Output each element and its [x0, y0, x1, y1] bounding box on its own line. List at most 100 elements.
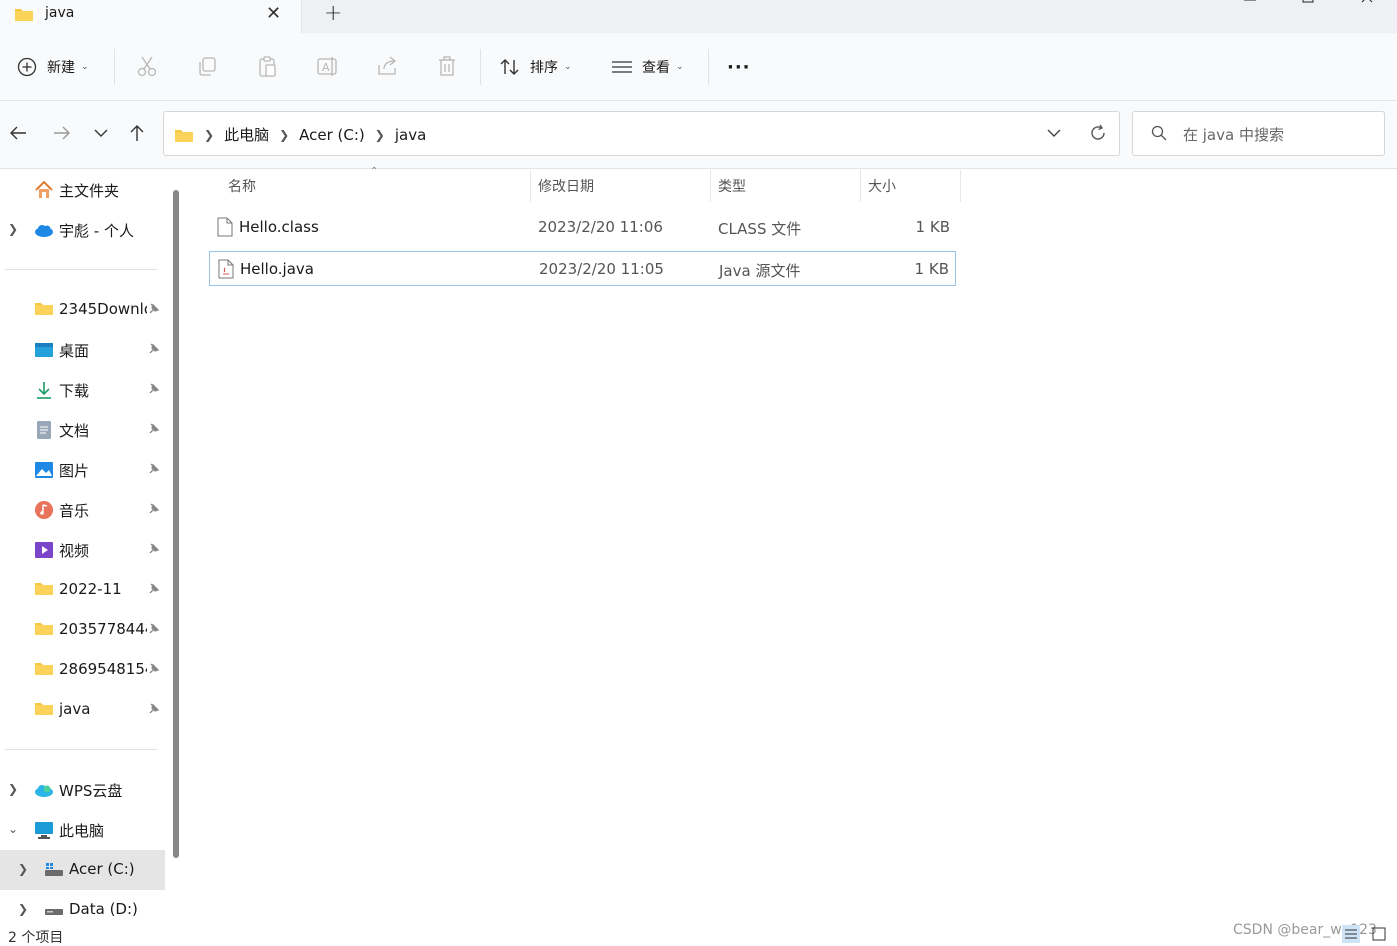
- more-options-button[interactable]: ···: [727, 53, 751, 81]
- pin-icon: [147, 422, 161, 436]
- address-row: ❯ 此电脑 ❯ Acer (C:) ❯ java 在 java 中搜索: [0, 101, 1397, 169]
- chevron-right-icon[interactable]: ❯: [18, 862, 28, 876]
- column-header-type[interactable]: 类型: [718, 170, 746, 202]
- new-tab-button[interactable]: +: [324, 1, 342, 26]
- file-row[interactable]: Hello.class 2023/2/20 11:06 CLASS 文件 1 K…: [209, 210, 956, 245]
- sidebar-item-label: 文档: [59, 422, 90, 440]
- sort-button[interactable]: 排序 ⌄: [499, 53, 572, 81]
- copy-icon[interactable]: [196, 55, 218, 77]
- chevron-down-icon: ⌄: [564, 62, 572, 72]
- sidebar-item-2345downloads[interactable]: 2345Downloads: [0, 290, 165, 330]
- column-divider[interactable]: [530, 170, 531, 202]
- crumb-acer-c[interactable]: Acer (C:): [299, 126, 365, 144]
- sidebar-item-desktop[interactable]: 桌面: [0, 330, 165, 370]
- sidebar-item-downloads[interactable]: 下载: [0, 370, 165, 410]
- sidebar-item-2035778444[interactable]: 2035778444: [0, 610, 165, 650]
- file-type: Java 源文件: [719, 262, 801, 280]
- sidebar-item-videos[interactable]: 视频: [0, 530, 165, 570]
- folder-icon: [14, 6, 34, 26]
- chevron-down-icon[interactable]: ⌄: [8, 822, 18, 836]
- picture-icon: [34, 460, 54, 480]
- sidebar-item-label: Acer (C:): [69, 860, 135, 878]
- sidebar-item-pictures[interactable]: 图片: [0, 450, 165, 490]
- maximize-icon[interactable]: [1294, 0, 1324, 12]
- up-arrow-icon[interactable]: [127, 123, 147, 143]
- chevron-right-icon[interactable]: ❯: [8, 222, 18, 236]
- new-label: 新建: [47, 60, 75, 76]
- crumb-java[interactable]: java: [395, 126, 426, 144]
- sidebar-scrollbar[interactable]: [173, 190, 179, 858]
- divider: [5, 269, 157, 270]
- refresh-icon[interactable]: [1088, 123, 1108, 147]
- chevron-right-icon: ❯: [204, 127, 215, 142]
- column-divider[interactable]: [710, 170, 711, 202]
- sidebar-item-2022-11[interactable]: 2022-11: [0, 570, 165, 610]
- navigation-pane: 主文件夹 ❯ 宇彪 - 个人 2345Downloads 桌面 下载 文档 图片…: [0, 170, 187, 922]
- command-bar: 新建 ⌄ A 排序 ⌄ 查看 ⌄ ···: [0, 33, 1397, 101]
- column-header-name[interactable]: 名称: [228, 170, 256, 202]
- drive-icon: [44, 860, 64, 880]
- chevron-down-icon: ⌄: [676, 62, 684, 72]
- cut-icon[interactable]: [136, 55, 158, 77]
- delete-icon[interactable]: [436, 55, 458, 77]
- pin-icon: [147, 462, 161, 476]
- status-bar: 2 个项目 CSDN @bear_wo123: [0, 922, 1397, 946]
- folder-icon: [34, 700, 54, 720]
- svg-text:A: A: [322, 61, 330, 74]
- divider: [114, 49, 115, 85]
- address-bar[interactable]: ❯ 此电脑 ❯ Acer (C:) ❯ java: [163, 111, 1120, 156]
- view-button[interactable]: 查看 ⌄: [611, 53, 684, 81]
- pin-icon: [147, 382, 161, 396]
- cloud-icon: [34, 780, 54, 800]
- tab-title: java: [45, 5, 75, 21]
- column-header-size[interactable]: 大小: [868, 170, 896, 202]
- share-icon[interactable]: [376, 55, 398, 77]
- view-list-icon: [612, 61, 632, 73]
- chevron-right-icon[interactable]: ❯: [18, 902, 28, 916]
- chevron-right-icon[interactable]: ❯: [8, 782, 18, 796]
- folder-icon: [34, 660, 54, 680]
- file-type: CLASS 文件: [718, 220, 802, 238]
- sidebar-item-label: 2869548154: [59, 660, 147, 678]
- address-history-dropdown-icon[interactable]: [1046, 125, 1062, 145]
- column-divider[interactable]: [860, 170, 861, 202]
- title-bar: java ✕ +: [0, 0, 1397, 33]
- tiles-view-icon[interactable]: [1370, 925, 1388, 943]
- document-icon: [34, 420, 54, 440]
- tab-java[interactable]: java ✕: [0, 0, 302, 33]
- file-date: 2023/2/20 11:06: [538, 218, 663, 236]
- sidebar-item-label: 主文件夹: [59, 182, 120, 200]
- close-tab-icon[interactable]: ✕: [266, 3, 281, 24]
- sidebar-item-acer-c[interactable]: ❯ Acer (C:): [0, 850, 165, 890]
- sidebar-item-java[interactable]: java: [0, 690, 165, 730]
- forward-arrow-icon[interactable]: [52, 123, 72, 143]
- crumb-this-pc[interactable]: 此电脑: [224, 124, 269, 145]
- back-arrow-icon[interactable]: [8, 123, 28, 143]
- close-window-icon[interactable]: [1354, 0, 1384, 12]
- column-divider[interactable]: [960, 170, 961, 202]
- sidebar-item-label: 宇彪 - 个人: [59, 222, 134, 240]
- sidebar-item-this-pc[interactable]: ⌄ 此电脑: [0, 810, 165, 850]
- sidebar-item-wps-cloud[interactable]: ❯ WPS云盘: [0, 770, 165, 810]
- search-box[interactable]: 在 java 中搜索: [1132, 111, 1385, 156]
- sidebar-item-2869548154[interactable]: 2869548154: [0, 650, 165, 690]
- java-file-icon: [218, 259, 234, 283]
- recent-dropdown-icon[interactable]: [91, 123, 111, 143]
- file-name: Hello.class: [239, 218, 319, 236]
- computer-icon: [34, 820, 54, 840]
- new-button[interactable]: 新建 ⌄: [17, 53, 89, 81]
- minimize-icon[interactable]: [1236, 0, 1266, 12]
- music-icon: [34, 500, 54, 520]
- sidebar-item-onedrive[interactable]: ❯ 宇彪 - 个人: [0, 210, 165, 250]
- sort-label: 排序: [530, 60, 558, 76]
- sidebar-item-music[interactable]: 音乐: [0, 490, 165, 530]
- column-header-date[interactable]: 修改日期: [538, 170, 594, 202]
- pin-icon: [147, 582, 161, 596]
- search-input[interactable]: 在 java 中搜索: [1183, 124, 1284, 145]
- sidebar-item-documents[interactable]: 文档: [0, 410, 165, 450]
- rename-icon[interactable]: A: [316, 55, 338, 77]
- file-row[interactable]: Hello.java 2023/2/20 11:05 Java 源文件 1 KB: [209, 251, 956, 286]
- paste-icon[interactable]: [256, 55, 278, 77]
- sidebar-item-home[interactable]: 主文件夹: [0, 170, 165, 210]
- details-view-icon[interactable]: [1342, 925, 1360, 943]
